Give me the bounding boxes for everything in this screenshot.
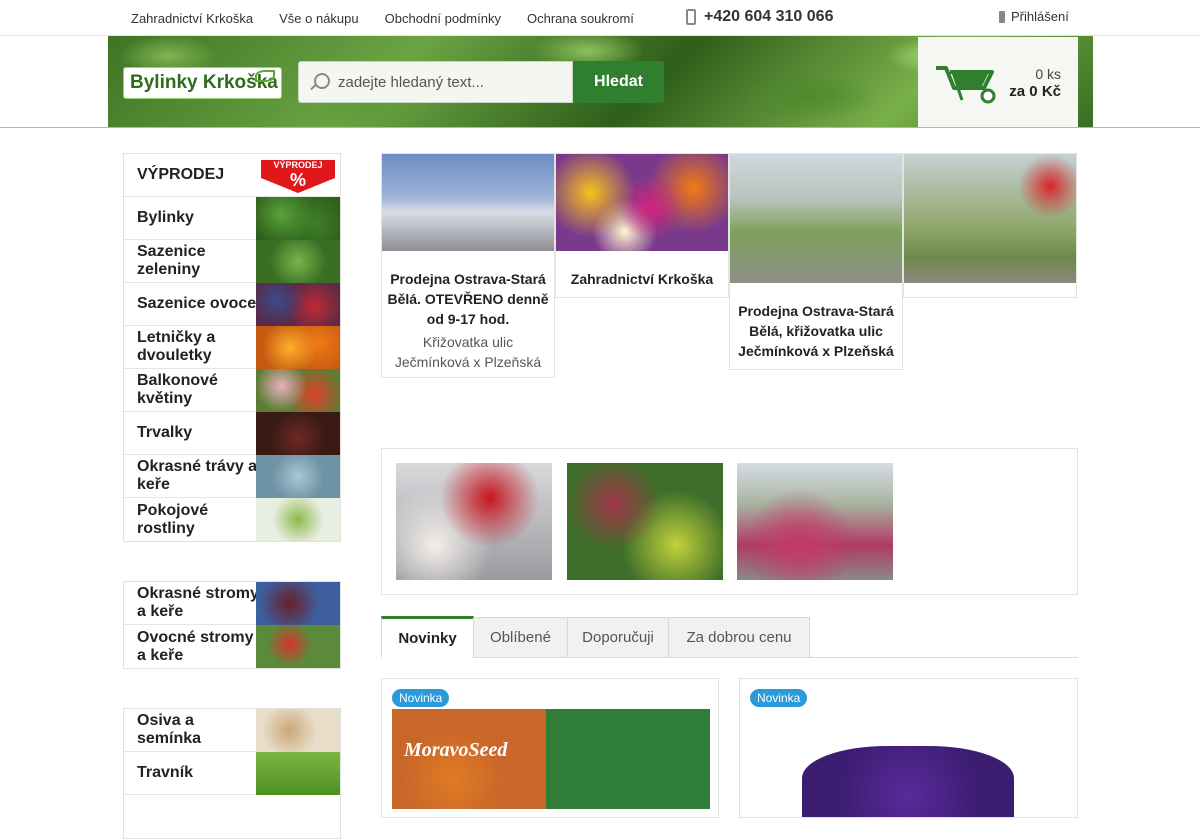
- category-thumbnail: [256, 498, 340, 541]
- wheelbarrow-cart-icon: [936, 66, 996, 104]
- top-bar: Zahradnictví Krkoška Vše o nákupu Obchod…: [0, 0, 1200, 36]
- sidebar-item-pokojove-rostliny[interactable]: Pokojové rostliny: [124, 498, 340, 541]
- sidebar-item-balkonove-kvetiny[interactable]: Balkonové květiny: [124, 369, 340, 412]
- sidebar-item-trvalky[interactable]: Trvalky: [124, 412, 340, 455]
- store-card[interactable]: [903, 153, 1077, 298]
- sidebar-categories: VÝPRODEJ VÝPRODEJ % Bylinky Sazenice zel…: [123, 153, 341, 542]
- sidebar-item-sazenice-ovoce[interactable]: Sazenice ovoce: [124, 283, 340, 326]
- user-icon: [999, 10, 1005, 23]
- photo-gallery: [381, 448, 1078, 595]
- novinka-badge: Novinka: [392, 689, 450, 707]
- cart-widget[interactable]: 0 ks za 0 Kč: [918, 37, 1078, 127]
- store-photo: [904, 154, 1076, 283]
- sidebar-item-label: Sazenice zeleniny: [137, 243, 206, 278]
- sale-badge-text: VÝPRODEJ: [273, 159, 322, 170]
- gallery-photo[interactable]: [567, 463, 723, 580]
- sidebar-item-label: Letničky a dvouletky: [137, 329, 216, 364]
- category-thumbnail: [256, 752, 340, 795]
- top-nav: Zahradnictví Krkoška Vše o nákupu Obchod…: [118, 0, 647, 36]
- sidebar-item-label: Bylinky: [137, 209, 194, 226]
- sidebar-item-label: Ovocné stromy a keře: [137, 628, 254, 664]
- sidebar-item-label: Travník: [137, 764, 194, 781]
- sidebar-item-vyprodej[interactable]: VÝPRODEJ VÝPRODEJ %: [124, 154, 340, 197]
- tab-novinky[interactable]: Novinky: [381, 616, 474, 658]
- store-photo: [730, 154, 902, 283]
- leaf-icon: [255, 70, 275, 82]
- sidebar-item-ovocne-stromy[interactable]: Ovocné stromy a keře: [124, 625, 340, 668]
- store-title: Zahradnictví Krkoška: [570, 271, 714, 287]
- category-thumbnail: [256, 709, 340, 752]
- store-subtitle: Křižovatka ulic Ječmínková x Plzeňská: [394, 334, 542, 370]
- product-tabs: Novinky Oblíbené Doporučuji Za dobrou ce…: [381, 616, 1078, 658]
- sidebar-item-label: Osiva a semínka: [137, 712, 202, 747]
- sidebar-item-bylinky[interactable]: Bylinky: [124, 197, 340, 240]
- gallery-photo[interactable]: [737, 463, 893, 580]
- category-thumbnail: [256, 625, 340, 668]
- sidebar-item-osiva[interactable]: Osiva a semínka: [124, 709, 340, 752]
- search-input[interactable]: [338, 73, 568, 91]
- category-thumbnail: [256, 326, 340, 369]
- product-label-image: [546, 709, 710, 809]
- sidebar-item-okrasne-travy[interactable]: Okrasné trávy a keře: [124, 455, 340, 498]
- sidebar-seeds: Osiva a semínka Travník: [123, 708, 341, 839]
- store-photo: [556, 154, 728, 251]
- topnav-link-ochrana-soukromi[interactable]: Ochrana soukromí: [514, 11, 647, 26]
- login-label: Přihlášení: [1011, 9, 1069, 24]
- sidebar-item-label: VÝPRODEJ: [137, 166, 225, 183]
- tab-doporucuji[interactable]: Doporučuji: [567, 617, 669, 658]
- search-box: [298, 61, 573, 103]
- sidebar-item-label: Okrasné trávy a keře: [137, 458, 258, 493]
- category-thumbnail: [256, 455, 340, 498]
- sidebar-item-more[interactable]: [124, 795, 340, 838]
- category-thumbnail: [256, 369, 340, 412]
- sidebar-item-letnicky[interactable]: Letničky a dvouletky: [124, 326, 340, 369]
- phone-icon: [686, 9, 696, 25]
- category-thumbnail: [256, 197, 340, 240]
- sidebar-trees: Okrasné stromy a keře Ovocné stromy a ke…: [123, 581, 341, 669]
- product-card[interactable]: MoravoSeed Novinka: [381, 678, 719, 818]
- gallery-photo[interactable]: [396, 463, 552, 580]
- search-icon: [310, 73, 330, 91]
- sidebar-item-label: Trvalky: [137, 424, 193, 441]
- phone-contact[interactable]: +420 604 310 066: [686, 8, 833, 26]
- sidebar-item-label: Sazenice ovoce: [137, 295, 257, 312]
- category-thumbnail: [256, 240, 340, 283]
- sidebar-item-label: Balkonové květiny: [137, 372, 218, 407]
- cart-count: 0 ks: [1035, 66, 1061, 82]
- sidebar-item-label: Pokojové rostliny: [137, 501, 209, 537]
- topnav-link-obchodni-podminky[interactable]: Obchodní podmínky: [372, 11, 514, 26]
- store-title: Prodejna Ostrava-Stará Bělá, křižovatka …: [738, 303, 894, 359]
- product-image: MoravoSeed: [392, 709, 546, 809]
- tab-za-dobrou-cenu[interactable]: Za dobrou cenu: [668, 617, 810, 658]
- phone-number: +420 604 310 066: [704, 8, 834, 25]
- sidebar-item-okrasne-stromy[interactable]: Okrasné stromy a keře: [124, 582, 340, 625]
- category-thumbnail: [256, 412, 340, 455]
- sale-badge-icon: VÝPRODEJ %: [261, 159, 335, 193]
- store-title: Prodejna Ostrava-Stará Bělá. OTEVŘENO de…: [387, 271, 549, 327]
- product-brand: MoravoSeed: [404, 739, 508, 761]
- topnav-link-vse-o-nakupu[interactable]: Vše o nákupu: [266, 11, 372, 26]
- store-card[interactable]: Zahradnictví Krkoška: [555, 153, 729, 298]
- category-thumbnail: [256, 283, 340, 326]
- tab-oblibene[interactable]: Oblíbené: [473, 617, 568, 658]
- store-card[interactable]: Prodejna Ostrava-Stará Bělá. OTEVŘENO de…: [381, 153, 555, 378]
- sale-badge-symbol: %: [290, 170, 306, 190]
- cart-price: za 0 Kč: [1009, 83, 1061, 100]
- store-photo: [382, 154, 554, 251]
- sidebar-item-travnik[interactable]: Travník: [124, 752, 340, 795]
- product-card[interactable]: Novinka: [739, 678, 1078, 818]
- topnav-link-zahradnictvi[interactable]: Zahradnictví Krkoška: [118, 11, 266, 26]
- login-link[interactable]: Přihlášení: [999, 9, 1069, 24]
- category-thumbnail: [256, 582, 340, 625]
- sidebar-item-sazenice-zeleniny[interactable]: Sazenice zeleniny: [124, 240, 340, 283]
- search-button[interactable]: Hledat: [573, 61, 664, 103]
- novinka-badge: Novinka: [750, 689, 808, 707]
- product-image: [802, 746, 1014, 817]
- store-card[interactable]: Prodejna Ostrava-Stará Bělá, křižovatka …: [729, 153, 903, 370]
- site-logo[interactable]: Bylinky Krkoška: [123, 67, 282, 99]
- sidebar-item-label: Okrasné stromy a keře: [137, 585, 259, 620]
